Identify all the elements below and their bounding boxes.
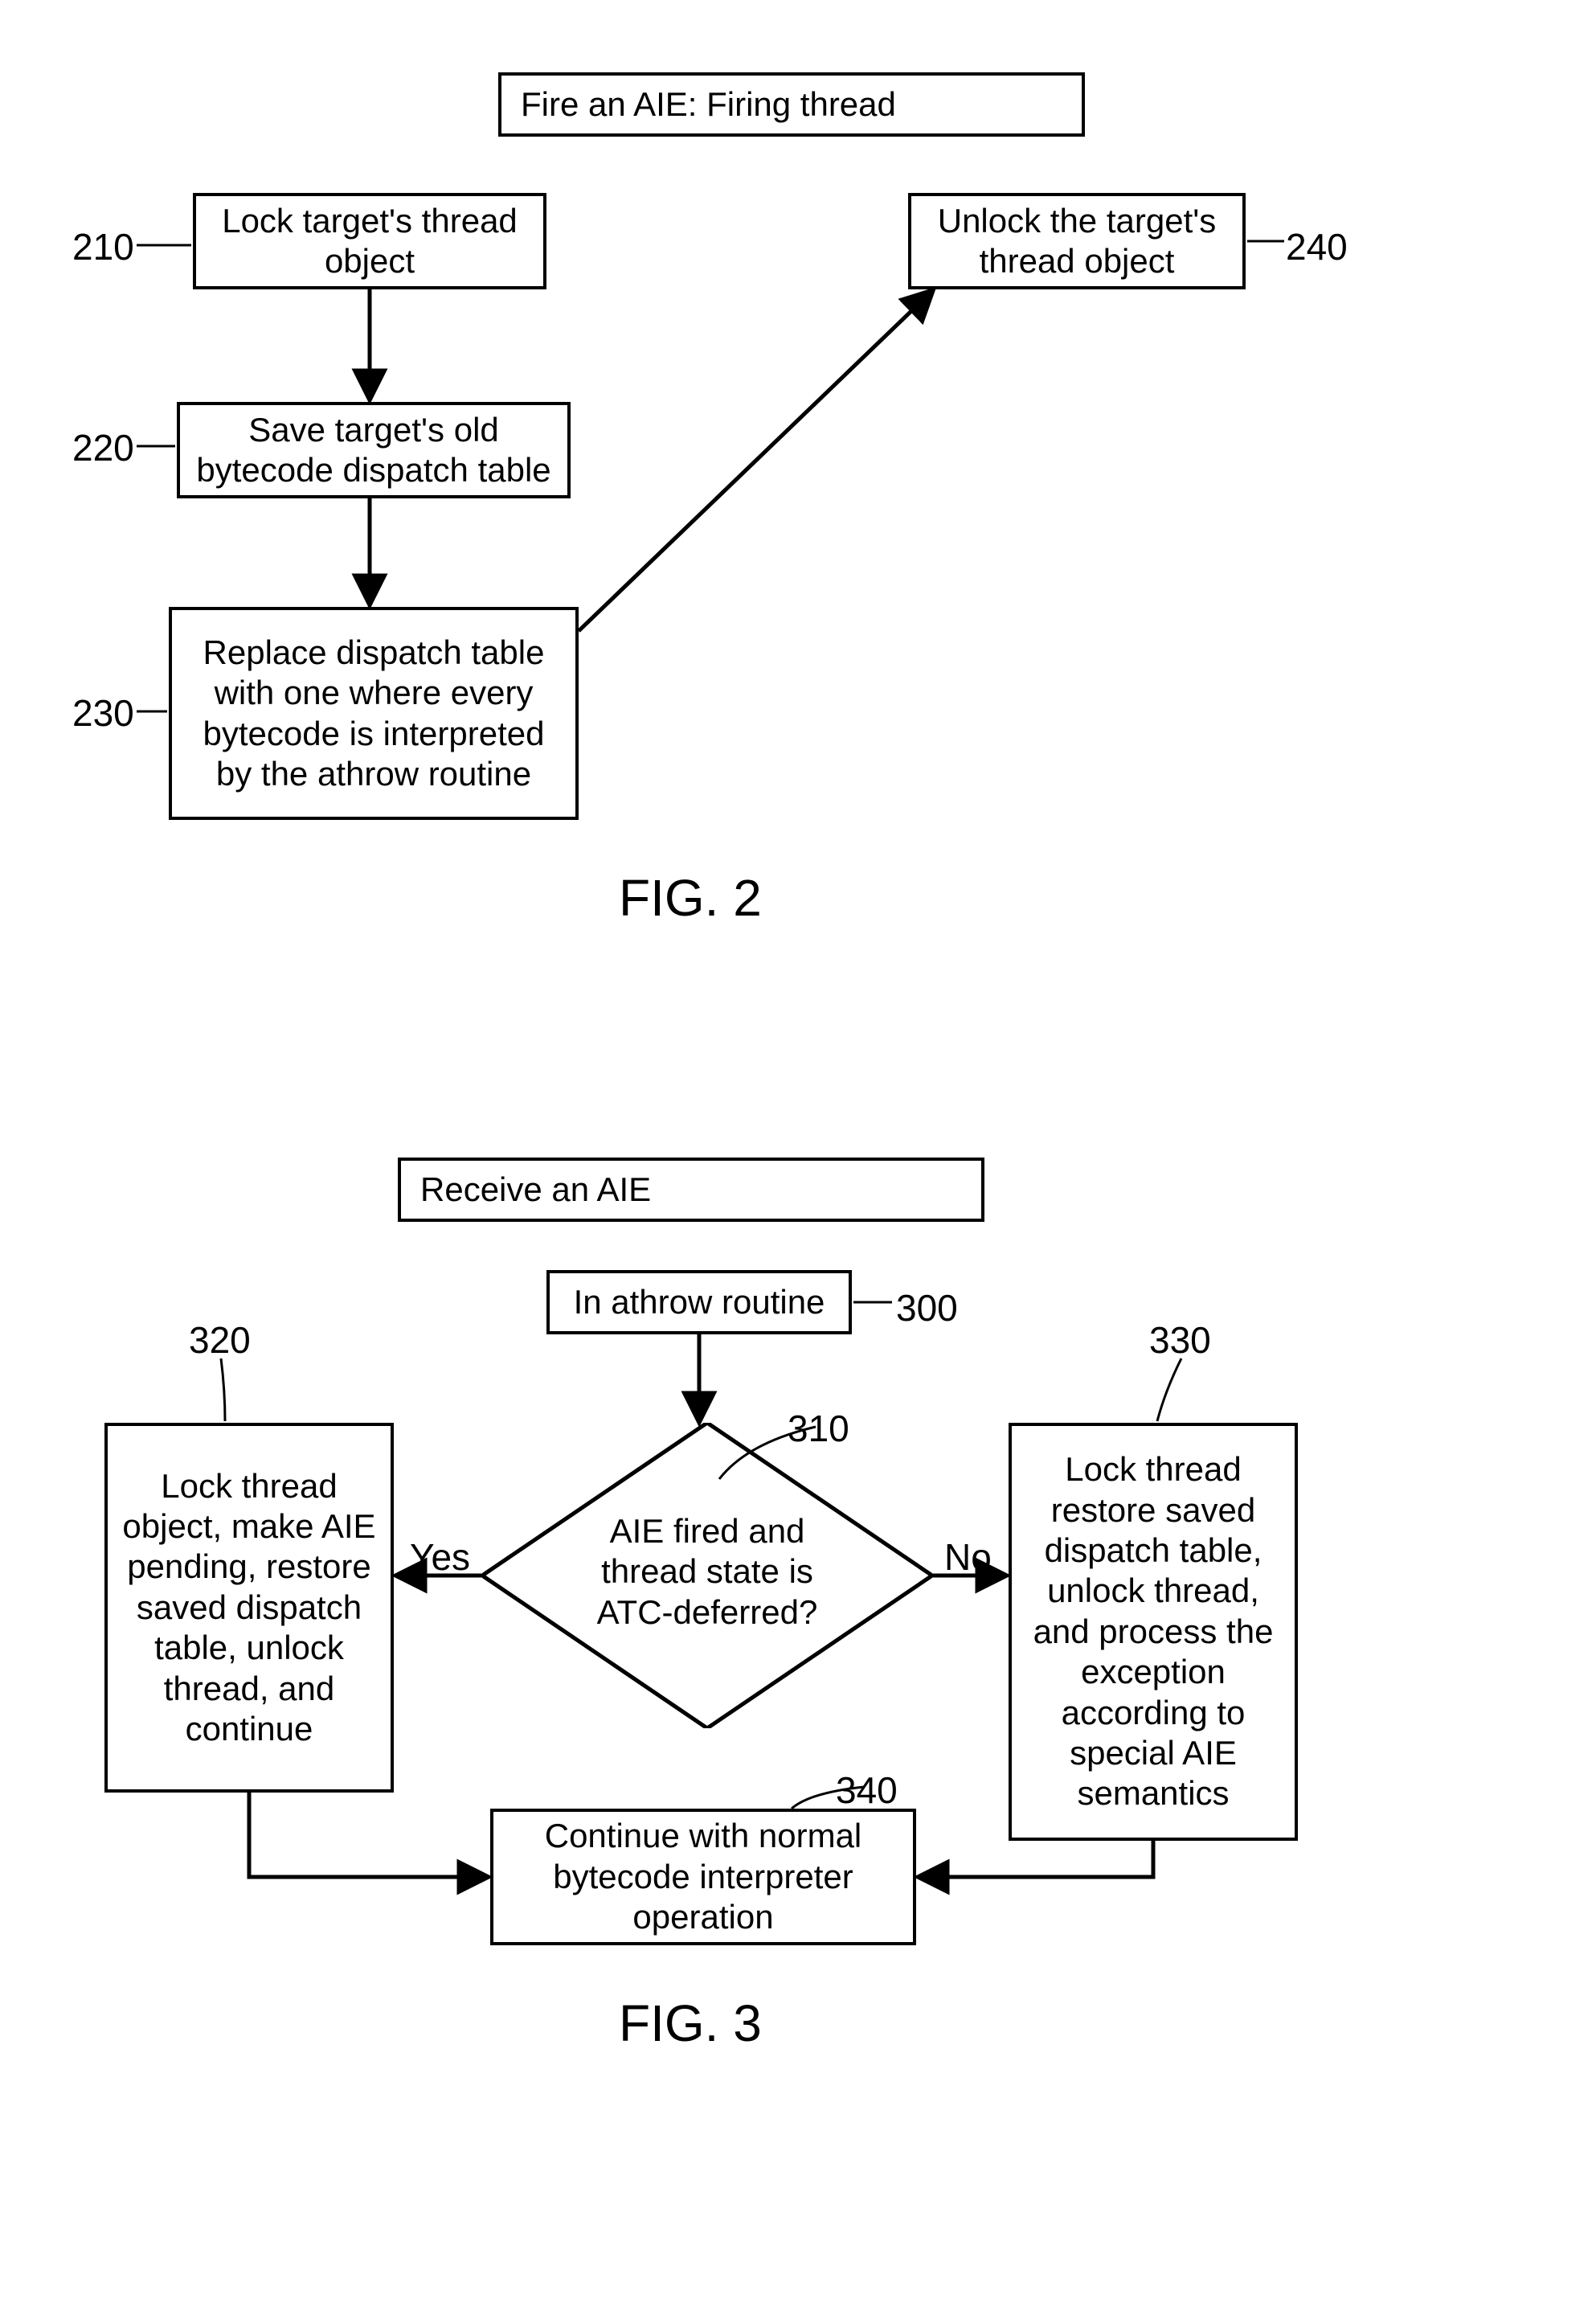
box-240: Unlock the target's thread object [908, 193, 1246, 289]
decision-310: AIE fired and thread state is ATC-deferr… [482, 1423, 932, 1728]
label-no: No [944, 1535, 992, 1579]
ref-220: 220 [72, 426, 134, 469]
ref-210: 210 [72, 225, 134, 268]
fig3-caption: FIG. 3 [619, 1994, 762, 2053]
fig2-title: Fire an AIE: Firing thread [498, 72, 1085, 137]
ref-310: 310 [788, 1407, 849, 1450]
label-yes: Yes [410, 1535, 470, 1579]
fig2-caption: FIG. 2 [619, 868, 762, 928]
ref-320: 320 [189, 1318, 251, 1362]
fig3-title: Receive an AIE [398, 1158, 984, 1222]
ref-230: 230 [72, 691, 134, 735]
box-330: Lock thread restore saved dispatch table… [1009, 1423, 1298, 1841]
ref-340: 340 [836, 1768, 898, 1812]
box-220: Save target's old bytecode dispatch tabl… [177, 402, 571, 498]
decision-310-text: AIE fired and thread state is ATC-deferr… [579, 1511, 836, 1633]
box-300: In athrow routine [546, 1270, 852, 1334]
box-230: Replace dispatch table with one where ev… [169, 607, 579, 820]
ref-240: 240 [1286, 225, 1348, 268]
arrows-overlay [0, 0, 1596, 2307]
box-340: Continue with normal bytecode interprete… [490, 1809, 916, 1945]
box-320: Lock thread object, make AIE pending, re… [104, 1423, 394, 1793]
ref-330: 330 [1149, 1318, 1211, 1362]
box-210: Lock target's thread object [193, 193, 546, 289]
ref-300: 300 [896, 1286, 958, 1330]
